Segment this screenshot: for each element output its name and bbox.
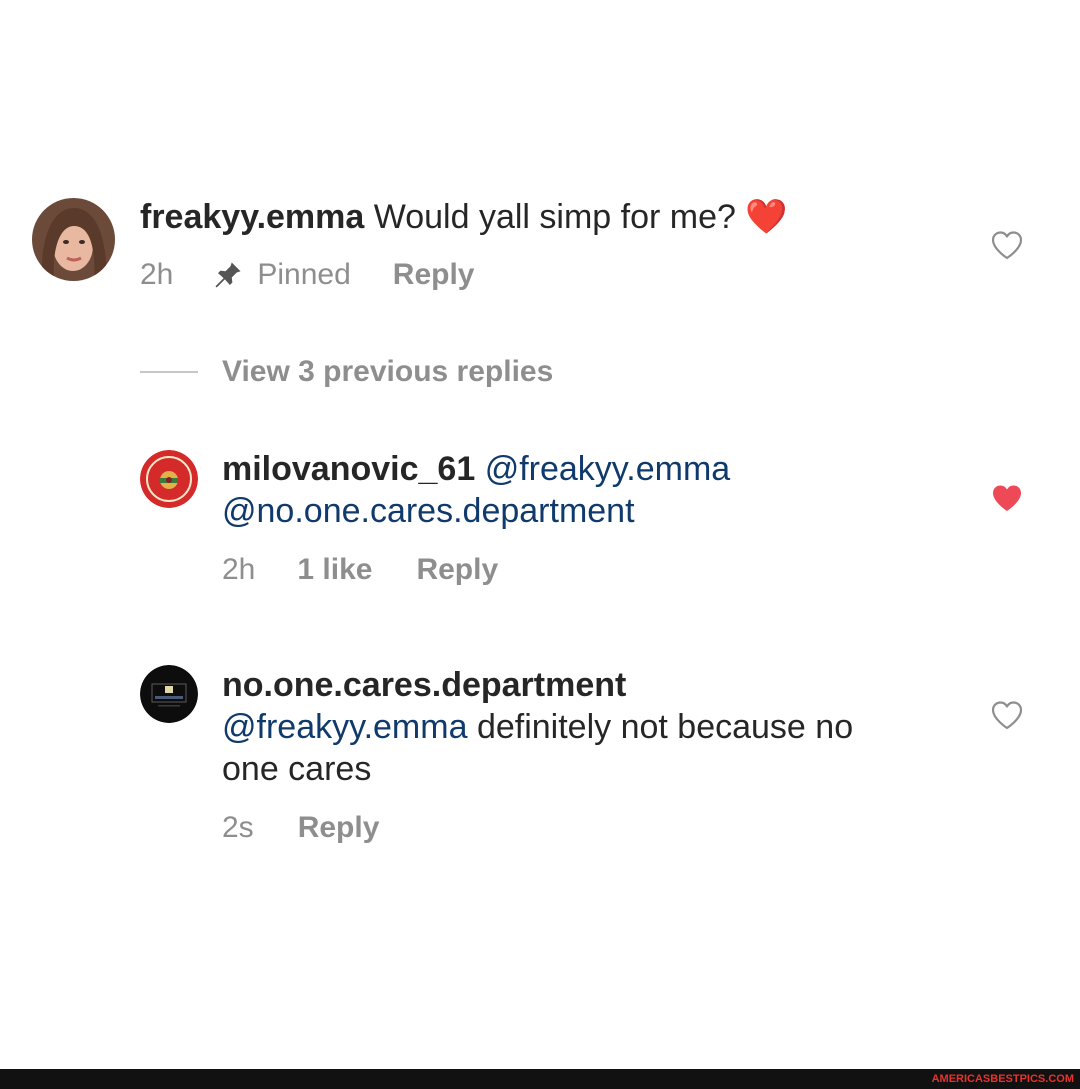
comment-2-time: 2h bbox=[222, 553, 256, 586]
comment-2-mention-2[interactable]: @no.one.cares.department bbox=[222, 492, 635, 530]
comment-3-body: no.one.cares.department @freakyy.emma de… bbox=[222, 664, 962, 790]
avatar-no-one-cares-department[interactable] bbox=[140, 665, 198, 723]
pin-icon bbox=[213, 260, 243, 290]
comment-3-time: 2s bbox=[222, 811, 254, 844]
pinned-label: Pinned bbox=[257, 258, 351, 291]
watermark-bar: AMERICASBESTPICS.COM bbox=[0, 1069, 1080, 1089]
comment-1-username[interactable]: freakyy.emma bbox=[140, 198, 364, 236]
comment-1-reply-button[interactable]: Reply bbox=[393, 258, 475, 292]
comment-3-username[interactable]: no.one.cares.department bbox=[222, 666, 626, 704]
comment-2-reply-button[interactable]: Reply bbox=[416, 553, 498, 587]
comment-3-text-line-2: one cares bbox=[222, 750, 372, 788]
comment-2-likes[interactable]: 1 like bbox=[297, 553, 372, 587]
heart-emoji-icon: ❤️ bbox=[745, 198, 788, 236]
comment-2-liked-heart-icon[interactable] bbox=[990, 483, 1024, 513]
view-replies-label[interactable]: View 3 previous replies bbox=[222, 355, 553, 389]
comment-3-text-line-1: definitely not because no bbox=[467, 708, 854, 746]
comment-3-meta: 2s Reply bbox=[222, 811, 379, 845]
comment-1-text: Would yall simp for me? bbox=[373, 198, 736, 236]
comment-1-like-heart-icon[interactable] bbox=[990, 230, 1024, 260]
avatar-freakyy-emma[interactable] bbox=[32, 198, 115, 281]
comment-3-mention[interactable]: @freakyy.emma bbox=[222, 708, 468, 746]
comment-3-reply-button[interactable]: Reply bbox=[298, 811, 380, 845]
comment-3-like-heart-icon[interactable] bbox=[990, 700, 1024, 730]
comment-1-body: freakyy.emma Would yall simp for me? ❤️ bbox=[140, 196, 788, 238]
replies-divider bbox=[140, 371, 198, 373]
comment-2-username[interactable]: milovanovic_61 bbox=[222, 450, 475, 488]
comment-1-time: 2h bbox=[140, 258, 174, 291]
view-previous-replies-button[interactable]: View 3 previous replies bbox=[140, 355, 553, 389]
avatar-milovanovic-61[interactable] bbox=[140, 450, 198, 508]
comment-2-mention-1[interactable]: @freakyy.emma bbox=[485, 450, 731, 488]
comment-2-body: milovanovic_61 @freakyy.emma @no.one.car… bbox=[222, 448, 942, 532]
watermark-text: AMERICASBESTPICS.COM bbox=[931, 1073, 1074, 1085]
comment-2-meta: 2h 1 like Reply bbox=[222, 553, 498, 587]
comment-1-meta: 2h Pinned Reply bbox=[140, 258, 475, 292]
